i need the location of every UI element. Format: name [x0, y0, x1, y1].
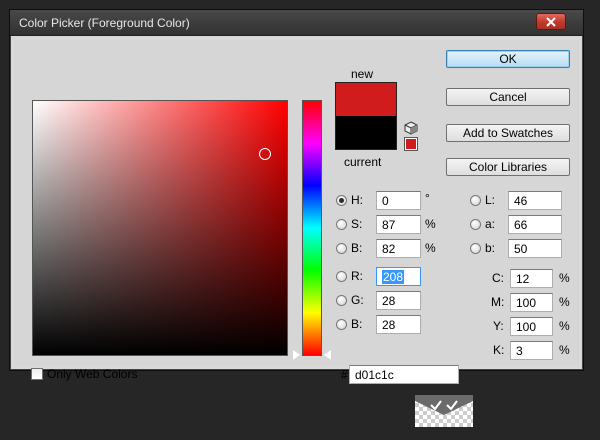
saturation-input[interactable]: 87 [376, 215, 421, 234]
green-radio[interactable] [336, 295, 347, 306]
color-field[interactable] [32, 100, 288, 356]
black-unit: % [559, 343, 570, 357]
cube-icon[interactable] [404, 121, 418, 135]
close-icon [546, 16, 556, 27]
a-channel-label: a: [485, 217, 496, 231]
blue-label: B: [351, 317, 363, 331]
magenta-label: M: [491, 295, 505, 309]
color-picker-dialog: Color Picker (Foreground Color) new curr… [9, 9, 584, 384]
current-color-swatch[interactable] [335, 116, 397, 150]
magenta-unit: % [559, 295, 570, 309]
hue-slider[interactable] [302, 100, 322, 356]
magenta-input[interactable]: 100 [510, 293, 553, 312]
new-color-label: new [351, 67, 374, 81]
cyan-unit: % [559, 271, 570, 285]
black-label: K: [493, 343, 505, 357]
saturation-label: S: [351, 217, 363, 231]
saturation-unit: % [425, 217, 436, 231]
brightness-input[interactable]: 82 [376, 239, 421, 258]
a-channel-radio[interactable] [470, 219, 481, 230]
red-radio[interactable] [336, 271, 347, 282]
hex-input[interactable]: d01c1c [349, 365, 459, 384]
blue-radio[interactable] [336, 319, 347, 330]
black-input[interactable]: 3 [510, 341, 553, 360]
yellow-label: Y: [493, 319, 504, 333]
brightness-label: B: [351, 241, 363, 255]
hue-slider-left-arrow[interactable] [293, 350, 300, 360]
new-color-swatch [335, 82, 397, 116]
dialog-body: new current OK Cancel Add to Swatches Co… [14, 40, 579, 384]
cyan-input[interactable]: 12 [510, 269, 553, 288]
brightness-radio[interactable] [336, 243, 347, 254]
lightness-input[interactable]: 46 [508, 191, 562, 210]
b-channel-label: b: [485, 241, 496, 255]
red-value-selected: 208 [382, 270, 405, 284]
saturation-radio[interactable] [336, 219, 347, 230]
chevron-icon [415, 395, 473, 427]
only-web-colors-label: Only Web Colors [47, 367, 138, 381]
a-channel-input[interactable]: 66 [508, 215, 562, 234]
lightness-radio[interactable] [470, 195, 481, 206]
red-label: R: [351, 269, 363, 283]
hue-input[interactable]: 0 [376, 191, 421, 210]
close-button[interactable] [536, 13, 566, 30]
hex-label: # [341, 368, 348, 382]
color-libraries-button[interactable]: Color Libraries [446, 158, 570, 176]
hue-slider-right-arrow[interactable] [324, 350, 331, 360]
hue-radio[interactable] [336, 195, 347, 206]
blue-input[interactable]: 28 [376, 315, 421, 334]
brightness-unit: % [425, 241, 436, 255]
b-channel-input[interactable]: 50 [508, 239, 562, 258]
add-to-swatches-button[interactable]: Add to Swatches [446, 124, 570, 142]
green-label: G: [351, 293, 364, 307]
gamut-swatch-icon[interactable] [404, 137, 418, 151]
yellow-input[interactable]: 100 [510, 317, 553, 336]
title-bar[interactable]: Color Picker (Foreground Color) [10, 10, 583, 36]
hue-unit: ° [425, 191, 430, 205]
red-input[interactable]: 208 [376, 267, 421, 286]
window-title: Color Picker (Foreground Color) [19, 16, 190, 30]
lightness-label: L: [485, 193, 496, 207]
current-color-label: current [344, 155, 382, 169]
ok-button[interactable]: OK [446, 50, 570, 68]
cancel-button[interactable]: Cancel [446, 88, 570, 106]
b-channel-radio[interactable] [470, 243, 481, 254]
green-input[interactable]: 28 [376, 291, 421, 310]
cyan-label: C: [492, 271, 504, 285]
color-field-cursor[interactable] [259, 148, 271, 160]
only-web-colors-checkbox[interactable] [31, 368, 43, 380]
hue-label: H: [351, 193, 363, 207]
yellow-unit: % [559, 319, 570, 333]
